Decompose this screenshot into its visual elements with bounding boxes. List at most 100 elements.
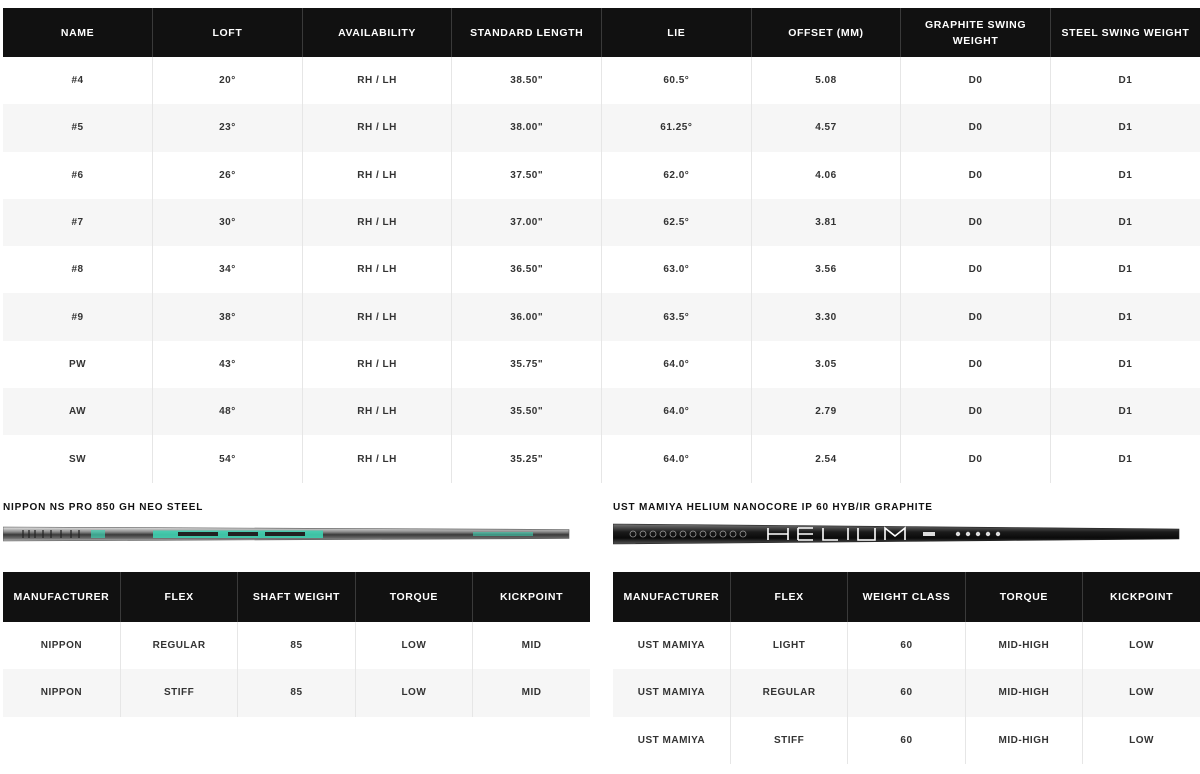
- cell-steel-swing-weight: D1: [1049, 57, 1200, 105]
- col-header-kickpoint: KICKPOINT: [472, 572, 590, 622]
- cell-flex: LIGHT: [729, 622, 848, 670]
- col-header-lie: LIE: [601, 8, 752, 57]
- col-header-torque: TORQUE: [354, 572, 473, 622]
- cell-loft: 43°: [152, 340, 303, 389]
- cell-availability: RH / LH: [301, 104, 452, 152]
- cell-graphite-swing-weight: D0: [900, 151, 1051, 199]
- cell-flex: REGULAR: [729, 669, 848, 717]
- cell-graphite-swing-weight: D0: [900, 57, 1051, 105]
- cell-availability: RH / LH: [301, 198, 452, 247]
- cell-graphite-swing-weight: D0: [900, 104, 1051, 152]
- cell-offset: 3.30: [750, 293, 901, 341]
- table-row: SW 54° RH / LH 35.25" 64.0° 2.54 D0 D1: [3, 435, 1200, 483]
- cell-weight-class: 60: [847, 669, 966, 717]
- cell-lie: 64.0°: [601, 388, 752, 436]
- cell-loft: 23°: [152, 104, 303, 152]
- cell-flex: REGULAR: [119, 622, 238, 670]
- cell-lie: 61.25°: [601, 104, 752, 152]
- cell-standard-length: 35.50": [451, 388, 602, 436]
- cell-name: #9: [3, 293, 153, 341]
- cell-torque: MID-HIGH: [964, 716, 1083, 764]
- cell-steel-swing-weight: D1: [1049, 198, 1200, 247]
- cell-graphite-swing-weight: D0: [900, 435, 1051, 483]
- cell-offset: 4.57: [750, 104, 901, 152]
- cell-offset: 4.06: [750, 151, 901, 199]
- club-specs-table: NAME LOFT AVAILABILITY STANDARD LENGTH L…: [3, 8, 1200, 483]
- cell-torque: MID-HIGH: [964, 669, 1083, 717]
- cell-steel-swing-weight: D1: [1049, 435, 1200, 483]
- cell-manufacturer: NIPPON: [40, 640, 83, 652]
- cell-steel-swing-weight: D1: [1049, 104, 1200, 152]
- cell-availability: RH / LH: [301, 293, 452, 341]
- cell-loft: 54°: [152, 435, 303, 483]
- cell-weight-class: 60: [847, 622, 966, 670]
- cell-loft: 38°: [152, 293, 303, 341]
- cell-manufacturer: UST MAMIYA: [637, 640, 706, 652]
- cell-availability: RH / LH: [301, 151, 452, 199]
- cell-flex: STIFF: [729, 716, 848, 764]
- cell-standard-length: 35.25": [451, 435, 602, 483]
- table-row: #7 30° RH / LH 37.00" 62.5° 3.81 D0 D1: [3, 198, 1200, 247]
- cell-steel-swing-weight: D1: [1049, 246, 1200, 294]
- cell-lie: 62.5°: [601, 198, 752, 247]
- cell-availability: RH / LH: [301, 388, 452, 436]
- col-header-shaft-weight: SHAFT WEIGHT: [237, 572, 356, 622]
- table-row: PW 43° RH / LH 35.75" 64.0° 3.05 D0 D1: [3, 340, 1200, 389]
- cell-torque: MID-HIGH: [964, 622, 1083, 670]
- cell-name: #4: [71, 75, 84, 87]
- cell-torque: LOW: [354, 622, 473, 670]
- table-row: #9 38° RH / LH 36.00" 63.5° 3.30 D0 D1: [3, 293, 1200, 341]
- col-header-flex: FLEX: [119, 572, 238, 622]
- table-row: UST MAMIYA STIFF 60 MID-HIGH LOW: [613, 716, 1200, 764]
- cell-steel-swing-weight: D1: [1049, 388, 1200, 436]
- cell-graphite-swing-weight: D0: [900, 246, 1051, 294]
- cell-kickpoint: LOW: [1082, 622, 1200, 670]
- col-header-weight-class: WEIGHT CLASS: [847, 572, 966, 622]
- cell-torque: LOW: [354, 669, 473, 717]
- cell-lie: 64.0°: [601, 435, 752, 483]
- graphite-shaft-image: [613, 523, 1180, 545]
- cell-lie: 63.5°: [601, 293, 752, 341]
- cell-lie: 60.5°: [601, 57, 752, 105]
- cell-manufacturer: UST MAMIYA: [637, 734, 706, 746]
- cell-kickpoint: LOW: [1082, 716, 1200, 764]
- cell-steel-swing-weight: D1: [1049, 293, 1200, 341]
- cell-lie: 62.0°: [601, 151, 752, 199]
- cell-name: #6: [71, 169, 84, 181]
- steel-shaft-title: NIPPON NS PRO 850 GH NEO STEEL: [3, 502, 204, 513]
- cell-lie: 64.0°: [601, 340, 752, 389]
- cell-offset: 3.05: [750, 340, 901, 389]
- cell-offset: 2.54: [750, 435, 901, 483]
- steel-shaft-image: [3, 526, 570, 542]
- table-row: UST MAMIYA LIGHT 60 MID-HIGH LOW: [613, 622, 1200, 670]
- cell-kickpoint: MID: [472, 622, 590, 670]
- table-row: #6 26° RH / LH 37.50" 62.0° 4.06 D0 D1: [3, 151, 1200, 199]
- cell-name: PW: [69, 358, 87, 370]
- cell-availability: RH / LH: [301, 340, 452, 389]
- col-header-offset: OFFSET (MM): [750, 8, 901, 57]
- cell-name: #8: [71, 264, 84, 276]
- club-specs-header-row: NAME LOFT AVAILABILITY STANDARD LENGTH L…: [3, 8, 1200, 57]
- cell-name: SW: [69, 453, 87, 465]
- col-header-loft: LOFT: [152, 8, 303, 57]
- graphite-shaft-header-row: MANUFACTURER FLEX WEIGHT CLASS TORQUE KI…: [613, 572, 1200, 622]
- col-header-manufacturer: MANUFACTURER: [613, 572, 731, 622]
- table-row: NIPPON STIFF 85 LOW MID: [3, 669, 590, 717]
- cell-standard-length: 36.00": [451, 293, 602, 341]
- cell-availability: RH / LH: [301, 57, 452, 105]
- cell-steel-swing-weight: D1: [1049, 151, 1200, 199]
- cell-manufacturer: NIPPON: [3, 669, 121, 717]
- table-row: #4 20° RH / LH 38.50" 60.5° 5.08 D0 D1: [3, 57, 1200, 105]
- cell-shaft-weight: 85: [237, 669, 356, 717]
- cell-steel-swing-weight: D1: [1049, 340, 1200, 389]
- cell-name: #5: [3, 104, 153, 152]
- cell-loft: 20°: [152, 57, 303, 105]
- col-header-steel-swing-weight: STEEL SWING WEIGHT: [1049, 8, 1200, 57]
- cell-standard-length: 35.75": [451, 340, 602, 389]
- cell-weight-class: 60: [847, 716, 966, 764]
- cell-manufacturer: UST MAMIYA: [613, 669, 731, 717]
- steel-shaft-header-row: MANUFACTURER FLEX SHAFT WEIGHT TORQUE KI…: [3, 572, 590, 622]
- col-header-name: NAME: [3, 8, 153, 57]
- col-header-kickpoint: KICKPOINT: [1082, 572, 1200, 622]
- cell-graphite-swing-weight: D0: [900, 293, 1051, 341]
